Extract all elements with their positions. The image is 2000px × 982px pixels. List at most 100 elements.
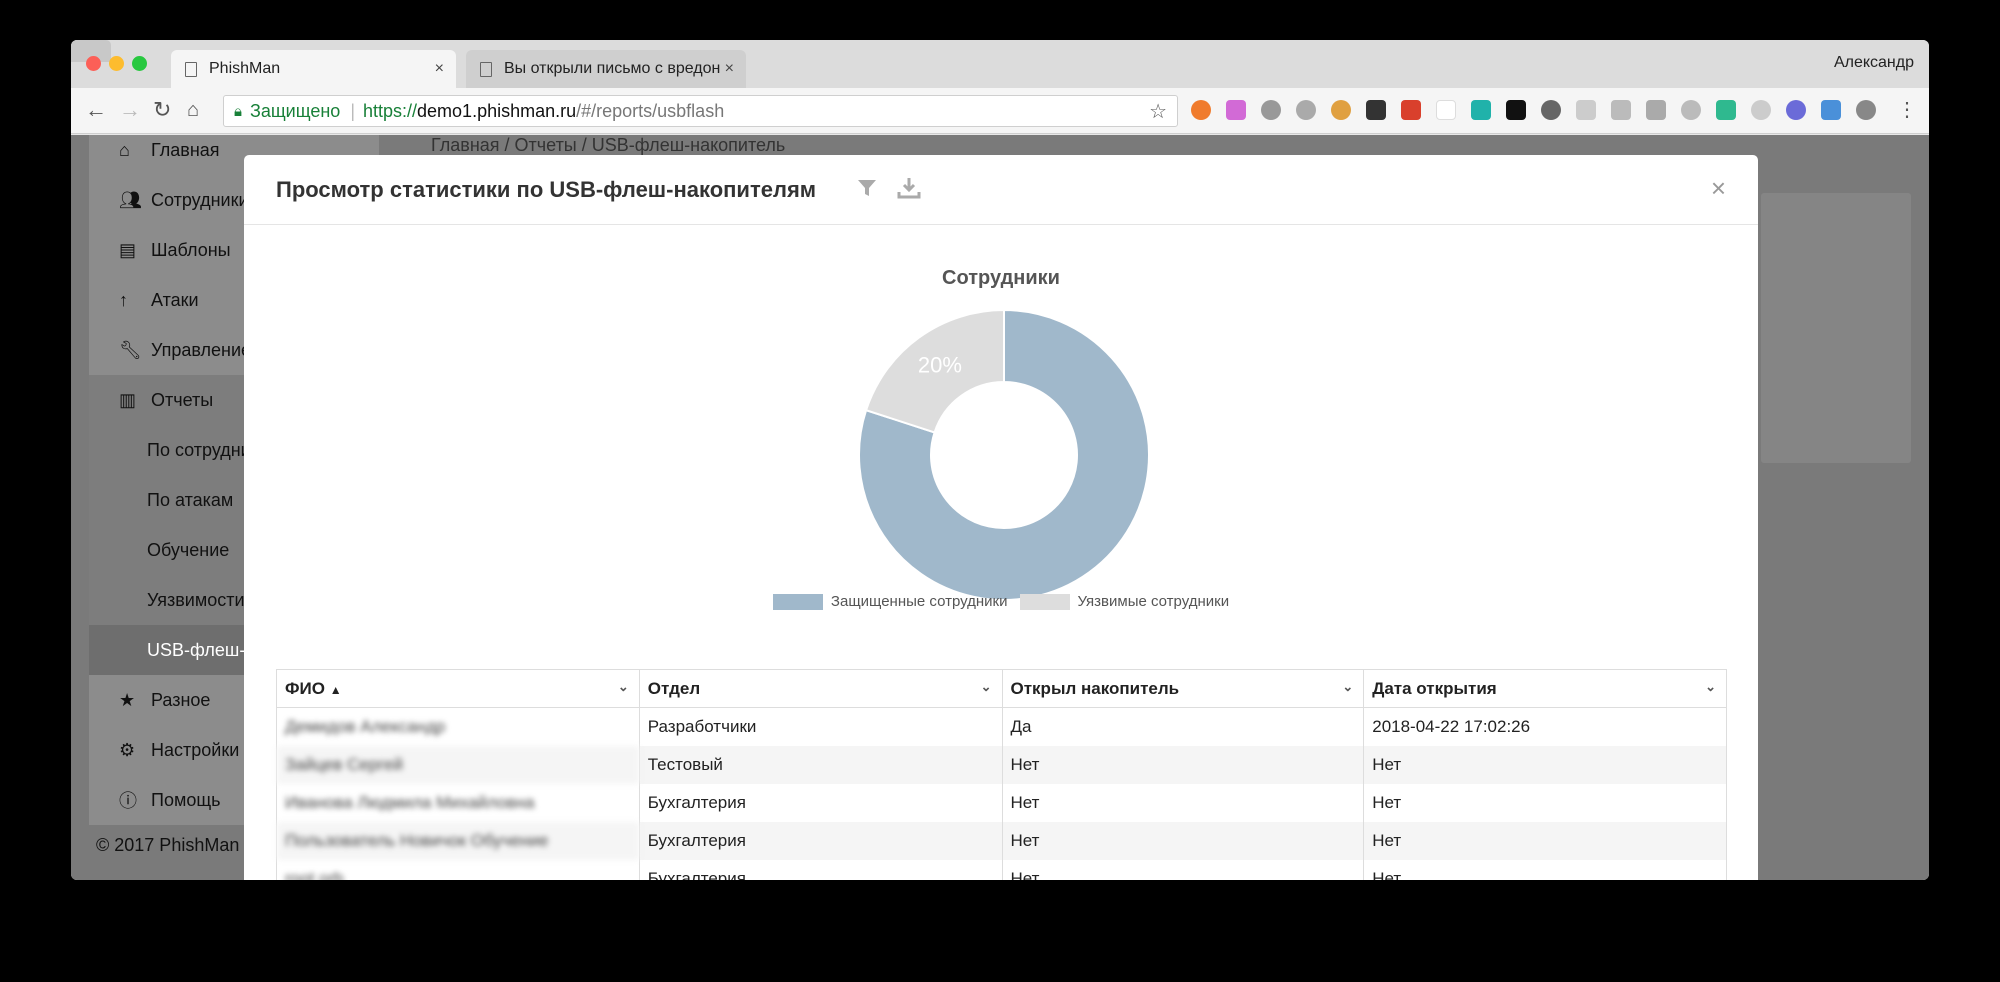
- table-cell: Разработчики: [638, 707, 1003, 746]
- tab-label: Вы открыли письмо с вредон: [504, 60, 721, 77]
- extension-icon[interactable]: [1716, 100, 1736, 120]
- tab-label: PhishMan: [209, 60, 281, 77]
- table-cell: Нет: [1001, 859, 1365, 880]
- table-cell: Нет: [1001, 783, 1365, 822]
- sidebar-item-label: Сотрудники: [151, 189, 249, 210]
- url-path: /#/reports/usbflash: [576, 100, 725, 121]
- document-icon: [480, 61, 492, 77]
- footer-copyright: © 2017 PhishMan: [96, 835, 240, 855]
- sidebar-item-label: Атаки: [151, 289, 199, 310]
- tab-close-icon[interactable]: ×: [435, 60, 444, 78]
- browser-menu-icon[interactable]: ⋮: [1897, 98, 1917, 122]
- maximize-window-button[interactable]: [132, 56, 147, 71]
- chart-title: Сотрудники: [942, 267, 1060, 289]
- extension-icon[interactable]: [1856, 100, 1876, 120]
- info-icon: ⓘ: [119, 791, 137, 811]
- column-header-department[interactable]: Отдел ⌄: [638, 669, 1003, 708]
- extension-icon[interactable]: [1191, 100, 1211, 120]
- chart-icon: ▥: [119, 389, 137, 410]
- back-arrow-icon[interactable]: ←: [85, 98, 107, 122]
- gear-icon: ⚙: [119, 739, 136, 760]
- table-row[interactable]: Демидов Александр Разработчики Да 2018-04-2…: [276, 707, 1727, 746]
- table-row[interactable]: Пользователь Новичок Обучение Бухгалтерия…: [276, 821, 1727, 860]
- legend-label: Защищенные сотрудники: [830, 593, 1008, 610]
- url-host: demo1.phishman.ru: [417, 100, 577, 121]
- table-cell: Нет: [1363, 745, 1727, 784]
- chevron-down-icon[interactable]: ⌄: [1342, 679, 1353, 695]
- table-header-row: ФИО ▲ ⌄ Отдел ⌄ Открыл накопитель ⌄ Дата от…: [276, 669, 1727, 708]
- legend-swatch: [1019, 593, 1070, 610]
- background-panel: [1761, 193, 1911, 463]
- tab-phishman[interactable]: PhishMan ×: [171, 50, 456, 88]
- chevron-down-icon[interactable]: ⌄: [1705, 679, 1716, 695]
- sidebar-item-label: Отчеты: [151, 389, 214, 410]
- extension-icon[interactable]: [1786, 100, 1806, 120]
- table-cell: 2018-04-22 17:02:26: [1363, 707, 1727, 746]
- tab-email[interactable]: Вы открыли письмо с вредон ×: [466, 50, 746, 88]
- extension-icon[interactable]: [1331, 100, 1351, 120]
- donut-svg: 80%20%: [858, 308, 1150, 605]
- table-cell: root orb: [276, 859, 640, 880]
- extension-icon[interactable]: [1436, 100, 1456, 120]
- column-header-date[interactable]: Дата открытия ⌄: [1363, 669, 1727, 708]
- table-row[interactable]: root orb Бухгалтерия Нет Нет: [276, 859, 1727, 880]
- browser-toolbar: ← → ↻ ⌂ 🔒︎ Защищено | https:// demo1.phi…: [71, 88, 1929, 134]
- forward-arrow-icon[interactable]: →: [119, 98, 141, 122]
- extension-icon[interactable]: [1611, 100, 1631, 120]
- slice-label: 20%: [918, 353, 962, 378]
- donut-chart: Сотрудники 80% 20% Защищенные сотрудники …: [244, 225, 1758, 645]
- extension-icon[interactable]: [1821, 100, 1841, 120]
- legend-item-vulnerable[interactable]: Уязвимые сотрудники: [1019, 593, 1230, 610]
- table-cell: Нет: [1363, 859, 1727, 880]
- sidebar-item-label: Разное: [151, 689, 211, 710]
- column-header-label: ФИО: [285, 678, 325, 698]
- sidebar-item-label: Шаблоны: [151, 239, 231, 260]
- extension-icon[interactable]: [1681, 100, 1701, 120]
- modal-title: Просмотр статистики по USB-флеш-накопите…: [276, 177, 817, 202]
- document-icon: [185, 61, 197, 77]
- home-icon[interactable]: ⌂: [187, 98, 199, 122]
- extension-icon[interactable]: [1506, 100, 1526, 120]
- extension-icon[interactable]: [1471, 100, 1491, 120]
- table-row[interactable]: Иванова Людмила Михайловна Бухгалтерия Нет…: [276, 783, 1727, 822]
- extension-icon[interactable]: [1401, 100, 1421, 120]
- column-header-label: Открыл накопитель: [1010, 678, 1180, 698]
- chevron-down-icon[interactable]: ⌄: [981, 679, 992, 695]
- extension-icon[interactable]: [1226, 100, 1246, 120]
- address-bar[interactable]: 🔒︎ Защищено | https:// demo1.phishman.ru…: [223, 95, 1178, 127]
- extension-icon[interactable]: [1646, 100, 1666, 120]
- sidebar-item-label: Управление: [151, 339, 252, 360]
- breadcrumb-home[interactable]: Главная: [431, 135, 500, 155]
- extension-icon[interactable]: [1541, 100, 1561, 120]
- filter-icon[interactable]: [856, 177, 878, 199]
- table-cell: Да: [1001, 707, 1365, 746]
- download-icon[interactable]: [896, 175, 922, 201]
- extension-icon[interactable]: [1751, 100, 1771, 120]
- legend-swatch: [772, 593, 823, 610]
- breadcrumb-reports[interactable]: Отчеты: [515, 135, 577, 155]
- close-window-button[interactable]: [86, 56, 101, 71]
- extension-icon[interactable]: [1296, 100, 1316, 120]
- sort-asc-icon: ▲: [329, 682, 342, 697]
- legend-label: Уязвимые сотрудники: [1077, 593, 1230, 610]
- sidebar-item-label: Уязвимости: [147, 589, 245, 610]
- table-cell: Нет: [1001, 745, 1365, 784]
- profile-name[interactable]: Александр: [1834, 54, 1914, 72]
- extension-icon[interactable]: [1366, 100, 1386, 120]
- extension-icon[interactable]: [1261, 100, 1281, 120]
- breadcrumb: Главная / Отчеты / USB-флеш-накопитель: [431, 135, 786, 155]
- column-header-name[interactable]: ФИО ▲ ⌄: [276, 669, 640, 708]
- people-icon: 👥︎: [119, 189, 142, 210]
- tab-close-icon[interactable]: ×: [725, 60, 734, 78]
- bookmark-star-icon[interactable]: ☆: [1149, 99, 1167, 124]
- sidebar-item-label: По атакам: [147, 489, 234, 510]
- chevron-down-icon[interactable]: ⌄: [618, 679, 629, 695]
- extension-icon[interactable]: [1576, 100, 1596, 120]
- modal-close-button[interactable]: ×: [1711, 173, 1726, 204]
- legend-item-protected[interactable]: Защищенные сотрудники: [772, 593, 1008, 610]
- templates-icon: ▤: [119, 239, 137, 260]
- minimize-window-button[interactable]: [109, 56, 124, 71]
- table-row[interactable]: Зайцев Сергей Тестовый Нет Нет: [276, 745, 1727, 784]
- column-header-opened[interactable]: Открыл накопитель ⌄: [1001, 669, 1365, 708]
- reload-icon[interactable]: ↻: [153, 98, 171, 122]
